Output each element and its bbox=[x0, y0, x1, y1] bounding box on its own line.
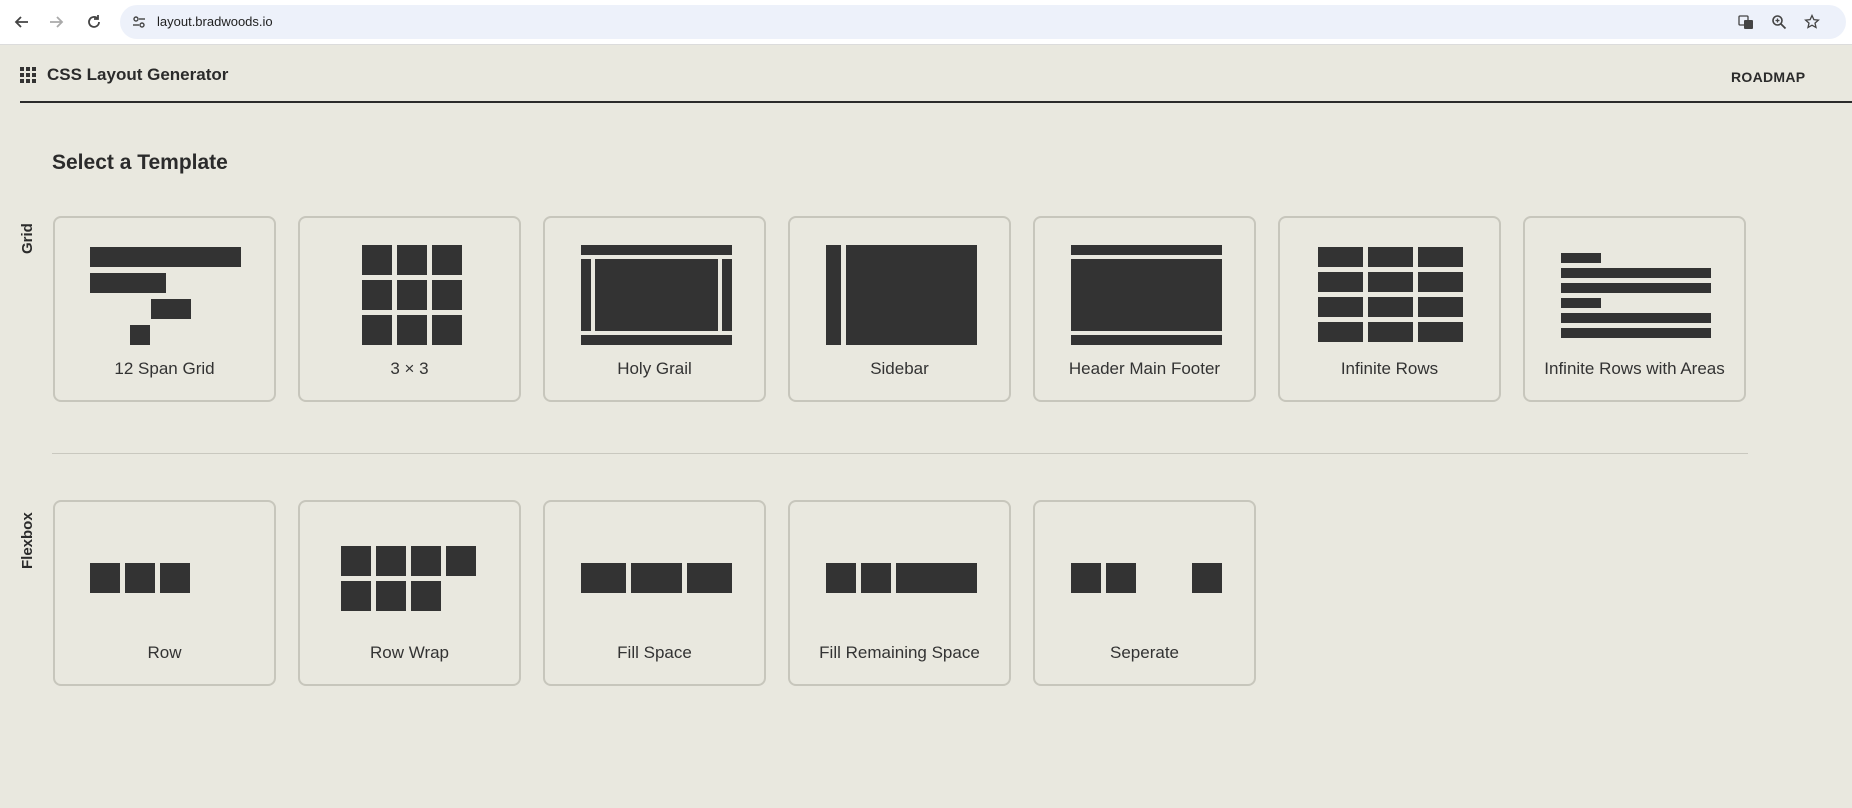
template-card-header-main-footer[interactable]: Header Main Footer bbox=[1033, 216, 1256, 402]
roadmap-link[interactable]: ROADMAP bbox=[1731, 69, 1805, 85]
flexbox-section-label: Flexbox bbox=[19, 512, 36, 569]
header-main-footer-preview-icon bbox=[1071, 245, 1222, 345]
holy-grail-preview-icon bbox=[581, 245, 732, 345]
browser-toolbar: layout.bradwoods.io bbox=[0, 0, 1852, 45]
twelve-span-grid-preview-icon bbox=[90, 247, 241, 345]
template-label: Row Wrap bbox=[369, 643, 450, 662]
section-divider bbox=[52, 453, 1748, 454]
template-label: Infinite Rows with Areas bbox=[1544, 359, 1725, 378]
reload-button[interactable] bbox=[82, 10, 106, 34]
grid-section-label: Grid bbox=[19, 223, 36, 254]
reload-icon bbox=[88, 15, 100, 28]
fill-space-preview-icon bbox=[581, 563, 732, 593]
template-card-fill-remaining-space[interactable]: Fill Remaining Space bbox=[788, 500, 1011, 686]
template-card-sidebar[interactable]: Sidebar bbox=[788, 216, 1011, 402]
fill-remaining-space-preview-icon bbox=[826, 563, 977, 593]
template-label: 12 Span Grid bbox=[114, 359, 215, 378]
back-arrow-icon bbox=[14, 16, 28, 28]
address-bar[interactable]: layout.bradwoods.io bbox=[120, 5, 1846, 39]
template-label: Infinite Rows bbox=[1340, 359, 1439, 378]
template-label: 3 × 3 bbox=[390, 359, 429, 378]
app-title[interactable]: CSS Layout Generator bbox=[47, 65, 228, 85]
template-label: Fill Space bbox=[617, 643, 692, 662]
template-card-infinite-rows[interactable]: Infinite Rows bbox=[1278, 216, 1501, 402]
template-label: Fill Remaining Space bbox=[819, 643, 980, 662]
template-card-infinite-rows-with-areas[interactable]: Infinite Rows with Areas bbox=[1523, 216, 1746, 402]
template-label: Holy Grail bbox=[617, 359, 692, 378]
infinite-rows-preview-icon bbox=[1318, 247, 1463, 342]
template-label: Seperate bbox=[1110, 643, 1179, 662]
infinite-rows-areas-preview-icon bbox=[1561, 253, 1711, 338]
template-card-row-wrap[interactable]: Row Wrap bbox=[298, 500, 521, 686]
template-card-seperate[interactable]: Seperate bbox=[1033, 500, 1256, 686]
app-grid-icon[interactable] bbox=[20, 67, 36, 83]
sidebar-preview-icon bbox=[826, 245, 977, 345]
template-card-row[interactable]: Row bbox=[53, 500, 276, 686]
seperate-preview-icon bbox=[1071, 563, 1222, 593]
template-card-12-span-grid[interactable]: 12 Span Grid bbox=[53, 216, 276, 402]
template-card-3x3[interactable]: 3 × 3 bbox=[298, 216, 521, 402]
zoom-icon[interactable] bbox=[1770, 13, 1788, 31]
back-button[interactable] bbox=[10, 10, 34, 34]
template-card-fill-space[interactable]: Fill Space bbox=[543, 500, 766, 686]
template-label: Row bbox=[147, 643, 182, 662]
url-text[interactable]: layout.bradwoods.io bbox=[157, 14, 273, 29]
row-preview-icon bbox=[90, 563, 190, 593]
app-header: CSS Layout Generator ROADMAP bbox=[20, 46, 1852, 103]
translate-icon[interactable] bbox=[1737, 13, 1755, 31]
forward-button[interactable] bbox=[44, 10, 68, 34]
template-card-holy-grail[interactable]: Holy Grail bbox=[543, 216, 766, 402]
page-title: Select a Template bbox=[52, 151, 228, 174]
site-settings-icon[interactable] bbox=[130, 13, 148, 31]
bookmark-star-icon[interactable] bbox=[1803, 13, 1821, 31]
row-wrap-preview-icon bbox=[341, 546, 476, 611]
three-by-three-preview-icon bbox=[362, 245, 462, 345]
forward-arrow-icon bbox=[50, 16, 64, 28]
template-label: Sidebar bbox=[870, 359, 929, 378]
template-label: Header Main Footer bbox=[1068, 359, 1221, 378]
